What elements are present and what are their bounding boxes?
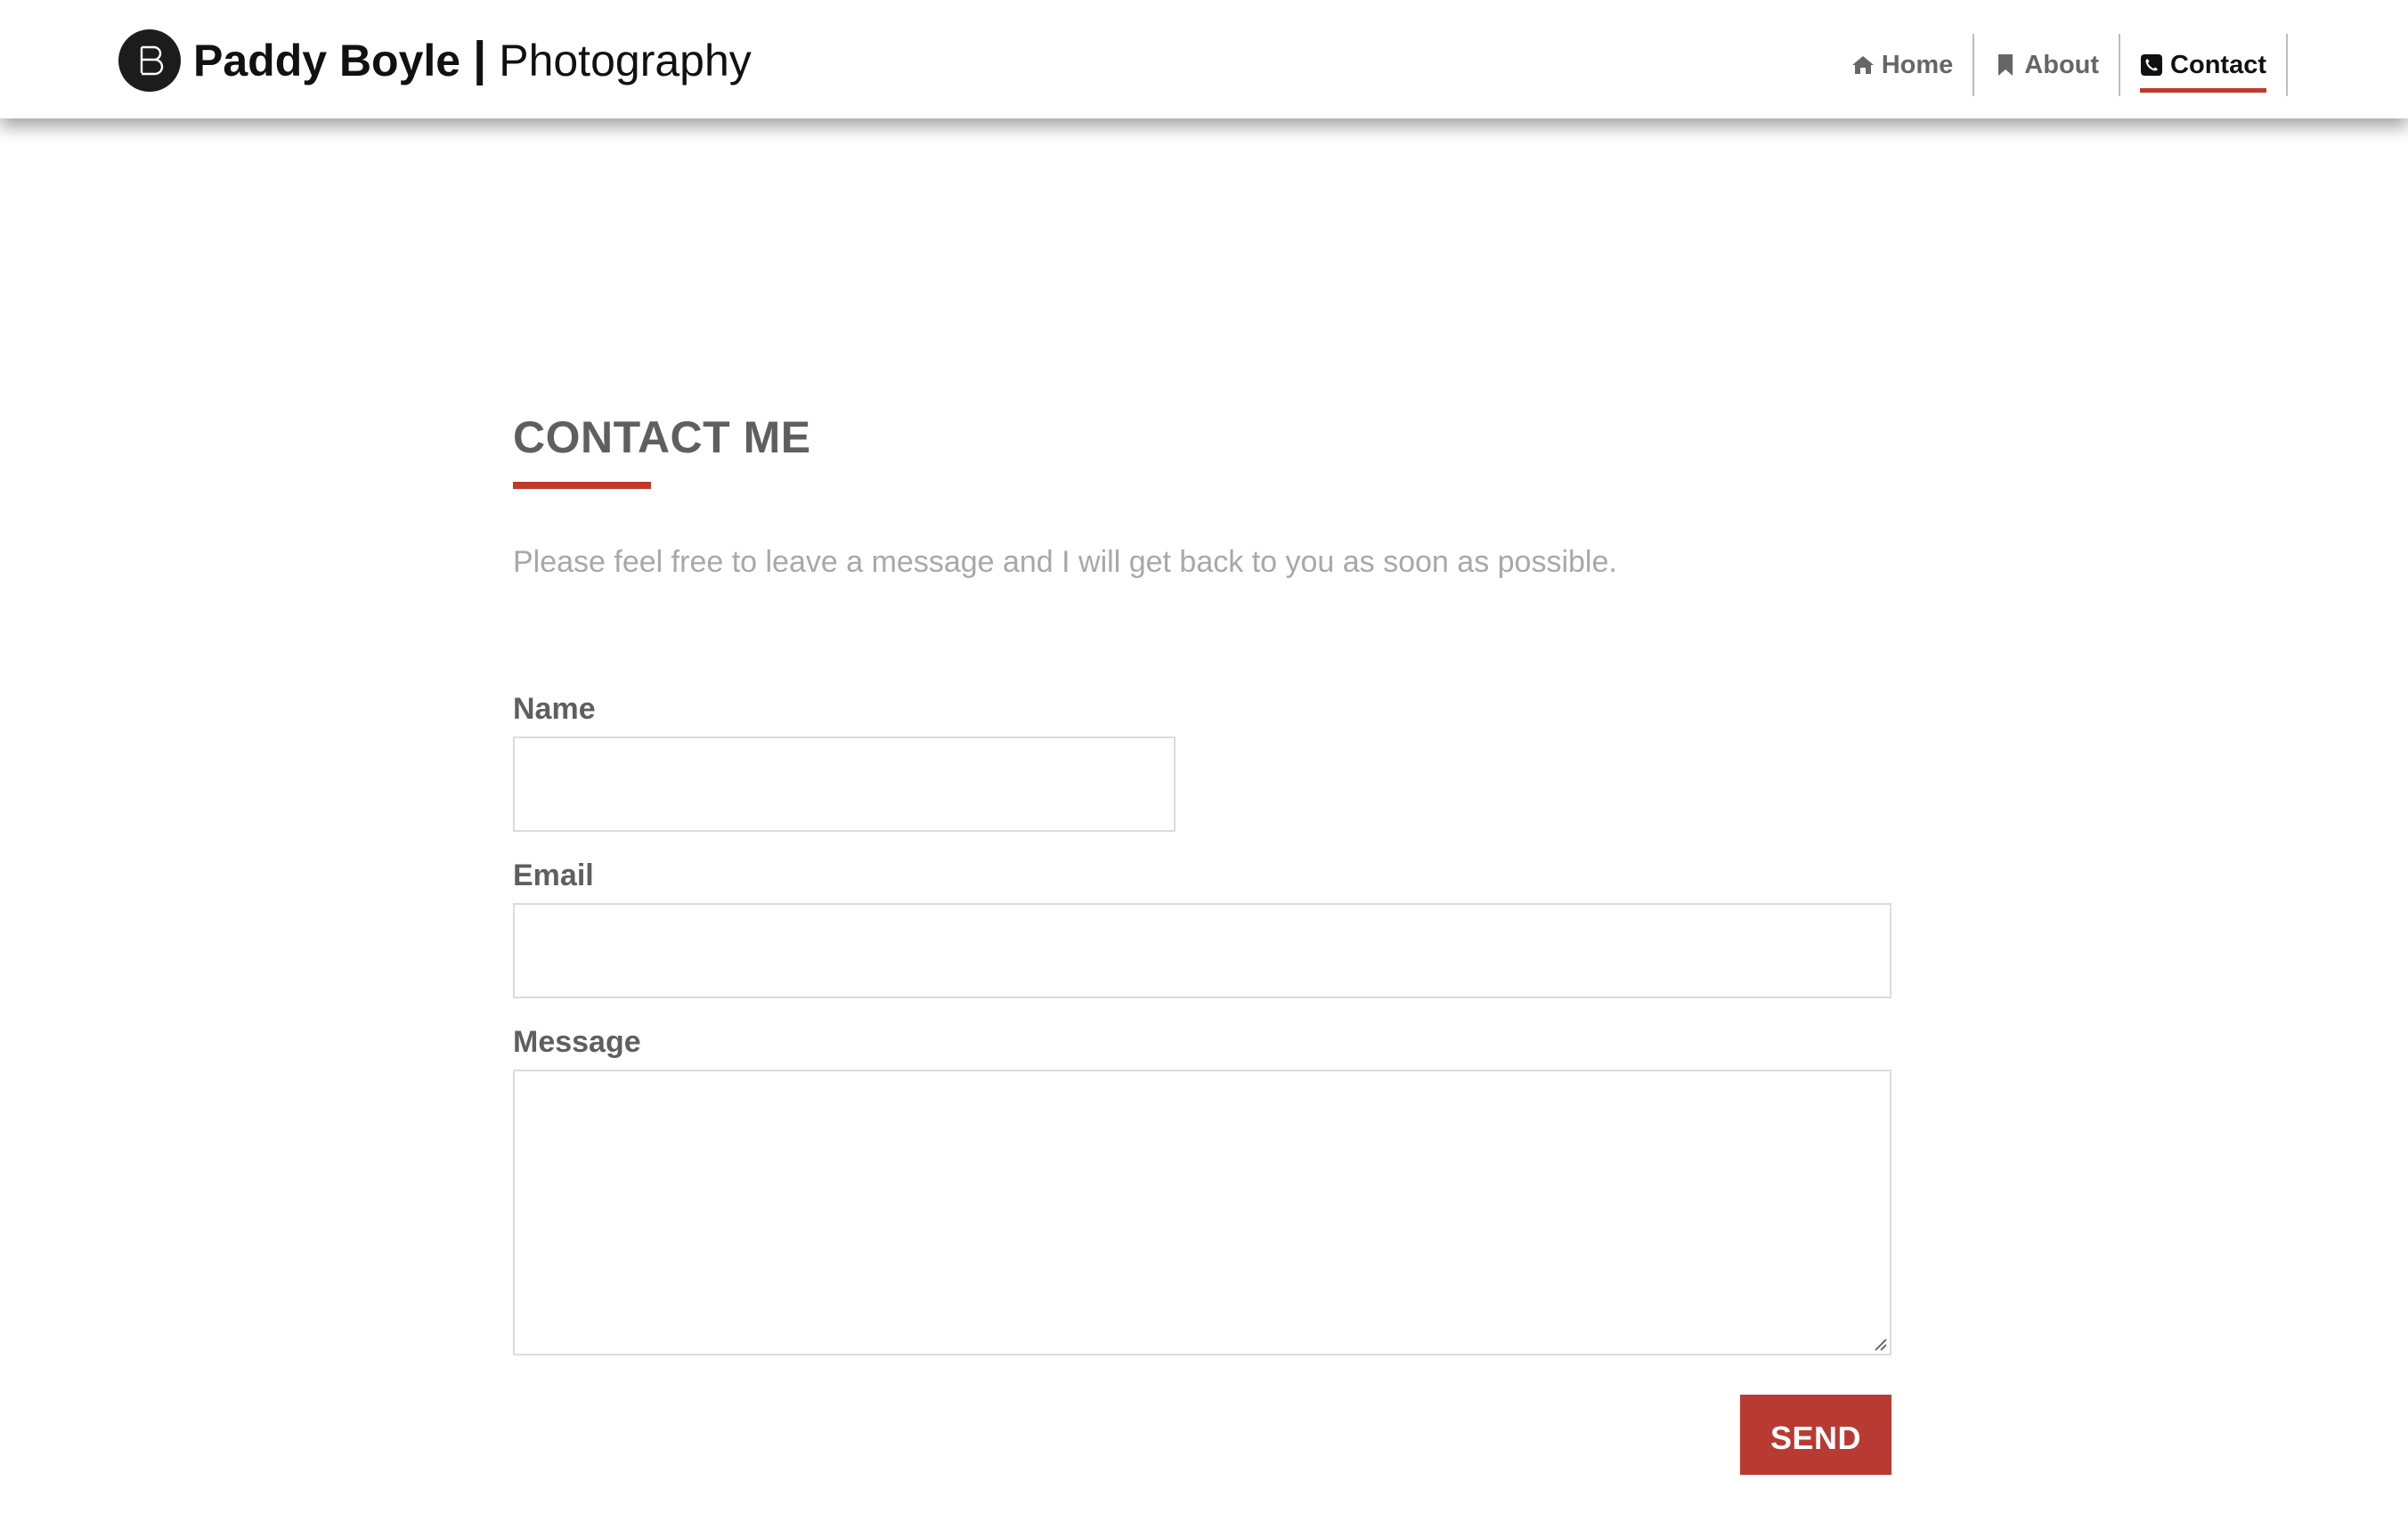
resize-handle-icon[interactable] — [1872, 1336, 1888, 1352]
bookmark-icon — [1994, 53, 2017, 77]
nav-label-about: About — [2024, 50, 2100, 79]
brand-separator: | — [473, 32, 487, 85]
name-field[interactable] — [513, 737, 1176, 832]
message-field[interactable] — [513, 1070, 1891, 1355]
nav-label-contact: Contact — [2170, 50, 2266, 79]
nav-label-home: Home — [1881, 50, 1954, 79]
name-group: Name — [513, 690, 1891, 832]
page-title: CONTACT ME — [513, 412, 811, 462]
message-label: Message — [513, 1025, 641, 1059]
nav-item-contact[interactable]: Contact — [2120, 34, 2288, 96]
name-label: Name — [513, 692, 596, 726]
contact-form: Name Email Message SEND — [513, 690, 1891, 1475]
email-field[interactable] — [513, 903, 1891, 998]
brand-name: Paddy Boyle — [193, 36, 461, 85]
logo-icon — [118, 29, 181, 92]
intro-text: Please feel free to leave a message and … — [513, 545, 1617, 579]
contact-section: CONTACT ME Please feel free to leave a m… — [513, 405, 1891, 1475]
brand[interactable]: Paddy Boyle | Photography — [118, 29, 752, 92]
send-button[interactable]: SEND — [1740, 1395, 1891, 1475]
nav-item-about[interactable]: About — [1974, 34, 2121, 96]
brand-subtitle: Photography — [499, 36, 752, 85]
email-group: Email — [513, 857, 1891, 998]
phone-icon — [2140, 53, 2163, 77]
message-wrap — [513, 1070, 1891, 1355]
message-group: Message — [513, 1023, 1891, 1355]
main-nav: Home About Contact — [1832, 34, 2288, 96]
title-underline — [513, 482, 651, 489]
site-header: Paddy Boyle | Photography Home About Con… — [0, 0, 2408, 118]
nav-item-home[interactable]: Home — [1832, 34, 1975, 96]
email-label: Email — [513, 859, 594, 892]
send-row: SEND — [513, 1395, 1891, 1475]
home-icon — [1851, 53, 1875, 77]
